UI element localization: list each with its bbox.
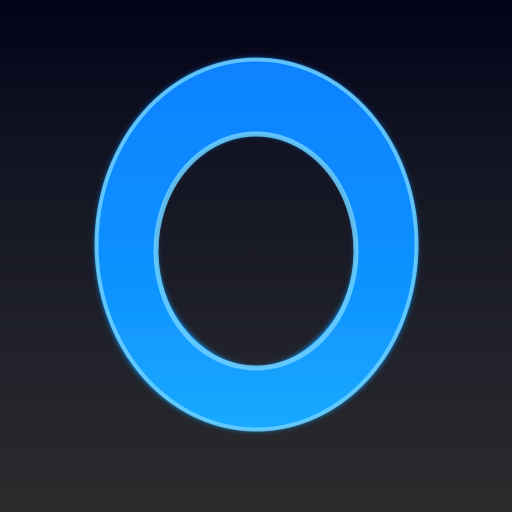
o-letter-icon (94, 57, 419, 432)
app-icon (0, 0, 512, 512)
o-ring-inner-outline (153, 131, 359, 371)
